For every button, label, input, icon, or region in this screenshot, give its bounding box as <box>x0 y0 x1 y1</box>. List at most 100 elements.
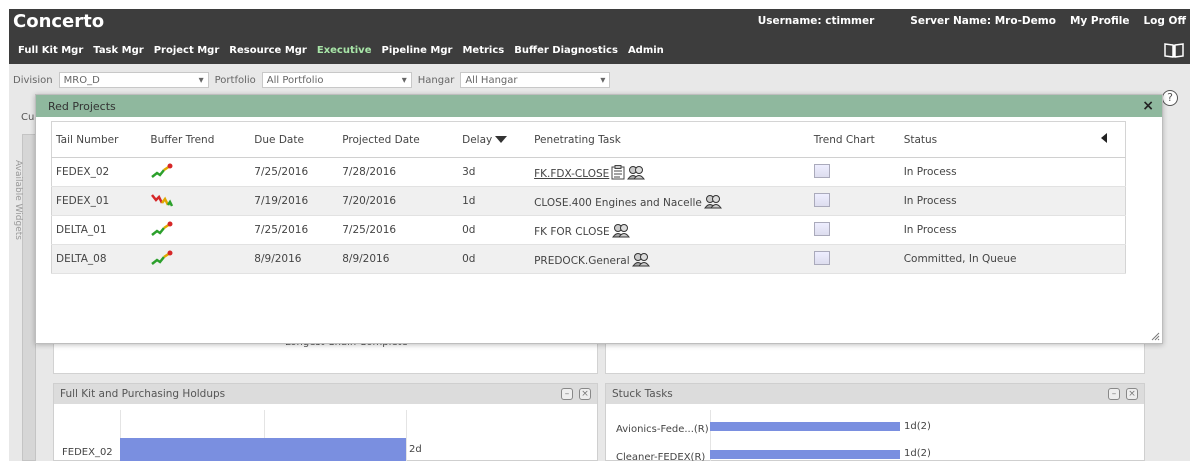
chevron-down-icon: ▾ <box>401 74 407 86</box>
nav-resource-mgr[interactable]: Resource Mgr <box>224 45 312 56</box>
projected-date-cell: 7/20/2016 <box>338 186 459 216</box>
stuck-row1-bar[interactable] <box>710 422 900 431</box>
available-widgets-tab[interactable] <box>22 134 36 461</box>
table-row[interactable]: DELTA_01 7/25/2016 7/25/2016 0d FK FOR C… <box>51 215 1126 245</box>
penetrating-task-cell: CLOSE.400 Engines and Nacelle <box>530 186 810 216</box>
close-icon[interactable]: × <box>1142 99 1154 113</box>
portfolio-value: All Portfolio <box>266 74 324 86</box>
division-label: Division <box>13 74 53 86</box>
nav-project-mgr[interactable]: Project Mgr <box>149 45 225 56</box>
division-select[interactable]: MRO_D ▾ <box>58 72 209 88</box>
collapse-arrow-icon[interactable] <box>1101 133 1108 143</box>
task-link[interactable]: CLOSE.400 Engines and Nacelle <box>534 197 702 209</box>
username-label: Username: ctimmer <box>757 15 875 27</box>
col-delay[interactable]: Delay <box>458 121 531 158</box>
tail-number-cell: FEDEX_02 <box>51 157 147 187</box>
resource-people-icon[interactable] <box>631 252 650 267</box>
chevron-down-icon: ▾ <box>600 74 606 86</box>
due-date-cell: 7/25/2016 <box>250 215 339 245</box>
buffer-trend-icon[interactable] <box>150 163 174 179</box>
delay-cell: 0d <box>458 215 531 245</box>
book-icon[interactable] <box>1164 42 1184 58</box>
tail-number-cell: DELTA_01 <box>51 215 147 245</box>
resource-people-icon[interactable] <box>703 194 722 209</box>
nav-metrics[interactable]: Metrics <box>457 45 509 56</box>
buffer-trend-cell <box>146 215 251 245</box>
tail-number-cell: DELTA_08 <box>51 244 147 274</box>
status-cell: In Process <box>899 215 1080 245</box>
log-off-link[interactable]: Log Off <box>1143 15 1186 27</box>
fullkit-bar[interactable] <box>120 438 406 461</box>
nav-buffer-diagnostics[interactable]: Buffer Diagnostics <box>509 45 623 56</box>
portfolio-select[interactable]: All Portfolio ▾ <box>261 72 412 88</box>
buffer-trend-icon[interactable] <box>150 221 174 237</box>
stuck-tasks-widget: Stuck Tasks – × Avionics-Fede...(R) 1d(2… <box>605 383 1145 461</box>
col-projected-date[interactable]: Projected Date <box>338 121 459 158</box>
due-date-cell: 7/25/2016 <box>250 157 339 187</box>
col-trend-chart[interactable]: Trend Chart <box>809 121 900 158</box>
main-nav: Full Kit Mgr Task Mgr Project Mgr Resour… <box>13 45 669 56</box>
nav-pipeline-mgr[interactable]: Pipeline Mgr <box>376 45 457 56</box>
help-icon[interactable]: ? <box>1162 90 1178 106</box>
stuck-tasks-title: Stuck Tasks <box>612 388 673 400</box>
stuck-row2-bar[interactable] <box>710 450 900 459</box>
resource-people-icon[interactable] <box>627 165 646 180</box>
buffer-trend-cell <box>146 244 251 274</box>
sort-desc-icon[interactable] <box>495 136 508 143</box>
task-link[interactable]: PREDOCK.General <box>534 255 630 267</box>
col-tail-number[interactable]: Tail Number <box>51 121 147 158</box>
fullkit-row-label: FEDEX_02 <box>62 447 113 458</box>
stuck-row1-value: 1d(2) <box>904 421 931 432</box>
close-icon[interactable]: × <box>579 388 591 400</box>
buffer-trend-cell <box>146 157 251 187</box>
col-buffer-trend[interactable]: Buffer Trend <box>146 121 251 158</box>
trend-chart-icon[interactable] <box>813 221 830 236</box>
task-link[interactable]: FK FOR CLOSE <box>534 226 610 238</box>
minimize-icon[interactable]: – <box>1108 388 1120 400</box>
col-due-date[interactable]: Due Date <box>250 121 339 158</box>
hangar-value: All Hangar <box>465 74 518 86</box>
red-projects-table: Tail Number Buffer Trend Due Date Projec… <box>51 121 1126 274</box>
portfolio-label: Portfolio <box>214 74 256 86</box>
hangar-select[interactable]: All Hangar ▾ <box>460 72 611 88</box>
trend-chart-icon[interactable] <box>813 163 830 178</box>
dialog-title: Red Projects <box>48 99 116 113</box>
buffer-trend-icon[interactable] <box>150 192 174 208</box>
col-penetrating-task[interactable]: Penetrating Task <box>530 121 810 158</box>
division-value: MRO_D <box>63 74 100 86</box>
clipboard-icon[interactable] <box>611 164 625 180</box>
projected-date-cell: 8/9/2016 <box>338 244 459 274</box>
trend-chart-cell <box>809 186 900 216</box>
delay-cell: 1d <box>458 186 531 216</box>
table-row[interactable]: FEDEX_01 7/19/2016 7/20/2016 1d CLOSE.40… <box>51 186 1126 216</box>
dialog-header[interactable]: Red Projects × <box>36 95 1162 117</box>
nav-admin[interactable]: Admin <box>623 45 669 56</box>
collapse-column[interactable] <box>1079 121 1126 158</box>
nav-executive[interactable]: Executive <box>312 45 377 56</box>
col-status[interactable]: Status <box>899 121 1080 158</box>
stuck-row1-label: Avionics-Fede...(R) <box>616 424 709 435</box>
stuck-row2-value: 1d(2) <box>904 448 931 459</box>
trend-chart-cell <box>809 157 900 187</box>
penetrating-task-cell: PREDOCK.General <box>530 244 810 274</box>
buffer-trend-icon[interactable] <box>150 250 174 266</box>
trend-chart-icon[interactable] <box>813 250 830 265</box>
hangar-label: Hangar <box>417 74 455 86</box>
filter-bar: Division MRO_D ▾ Portfolio All Portfolio… <box>9 68 611 92</box>
my-profile-link[interactable]: My Profile <box>1070 15 1130 27</box>
resource-people-icon[interactable] <box>611 223 630 238</box>
nav-task-mgr[interactable]: Task Mgr <box>88 45 148 56</box>
app-title: Concerto <box>13 11 105 32</box>
close-icon[interactable]: × <box>1126 388 1138 400</box>
task-link[interactable]: FK.FDX-CLOSE <box>534 168 609 180</box>
stuck-tasks-header: Stuck Tasks – × <box>606 384 1144 404</box>
fullkit-widget-header: Full Kit and Purchasing Holdups – × <box>54 384 597 404</box>
trend-chart-icon[interactable] <box>813 192 830 207</box>
chevron-down-icon: ▾ <box>198 74 204 86</box>
nav-full-kit-mgr[interactable]: Full Kit Mgr <box>13 45 88 56</box>
minimize-icon[interactable]: – <box>561 388 573 400</box>
table-row[interactable]: FEDEX_02 7/25/2016 7/28/2016 3d FK.FDX-C… <box>51 157 1126 187</box>
status-cell: In Process <box>899 157 1080 187</box>
resize-handle-icon[interactable] <box>1150 331 1160 341</box>
table-row[interactable]: DELTA_08 8/9/2016 8/9/2016 0d PREDOCK.Ge… <box>51 244 1126 274</box>
